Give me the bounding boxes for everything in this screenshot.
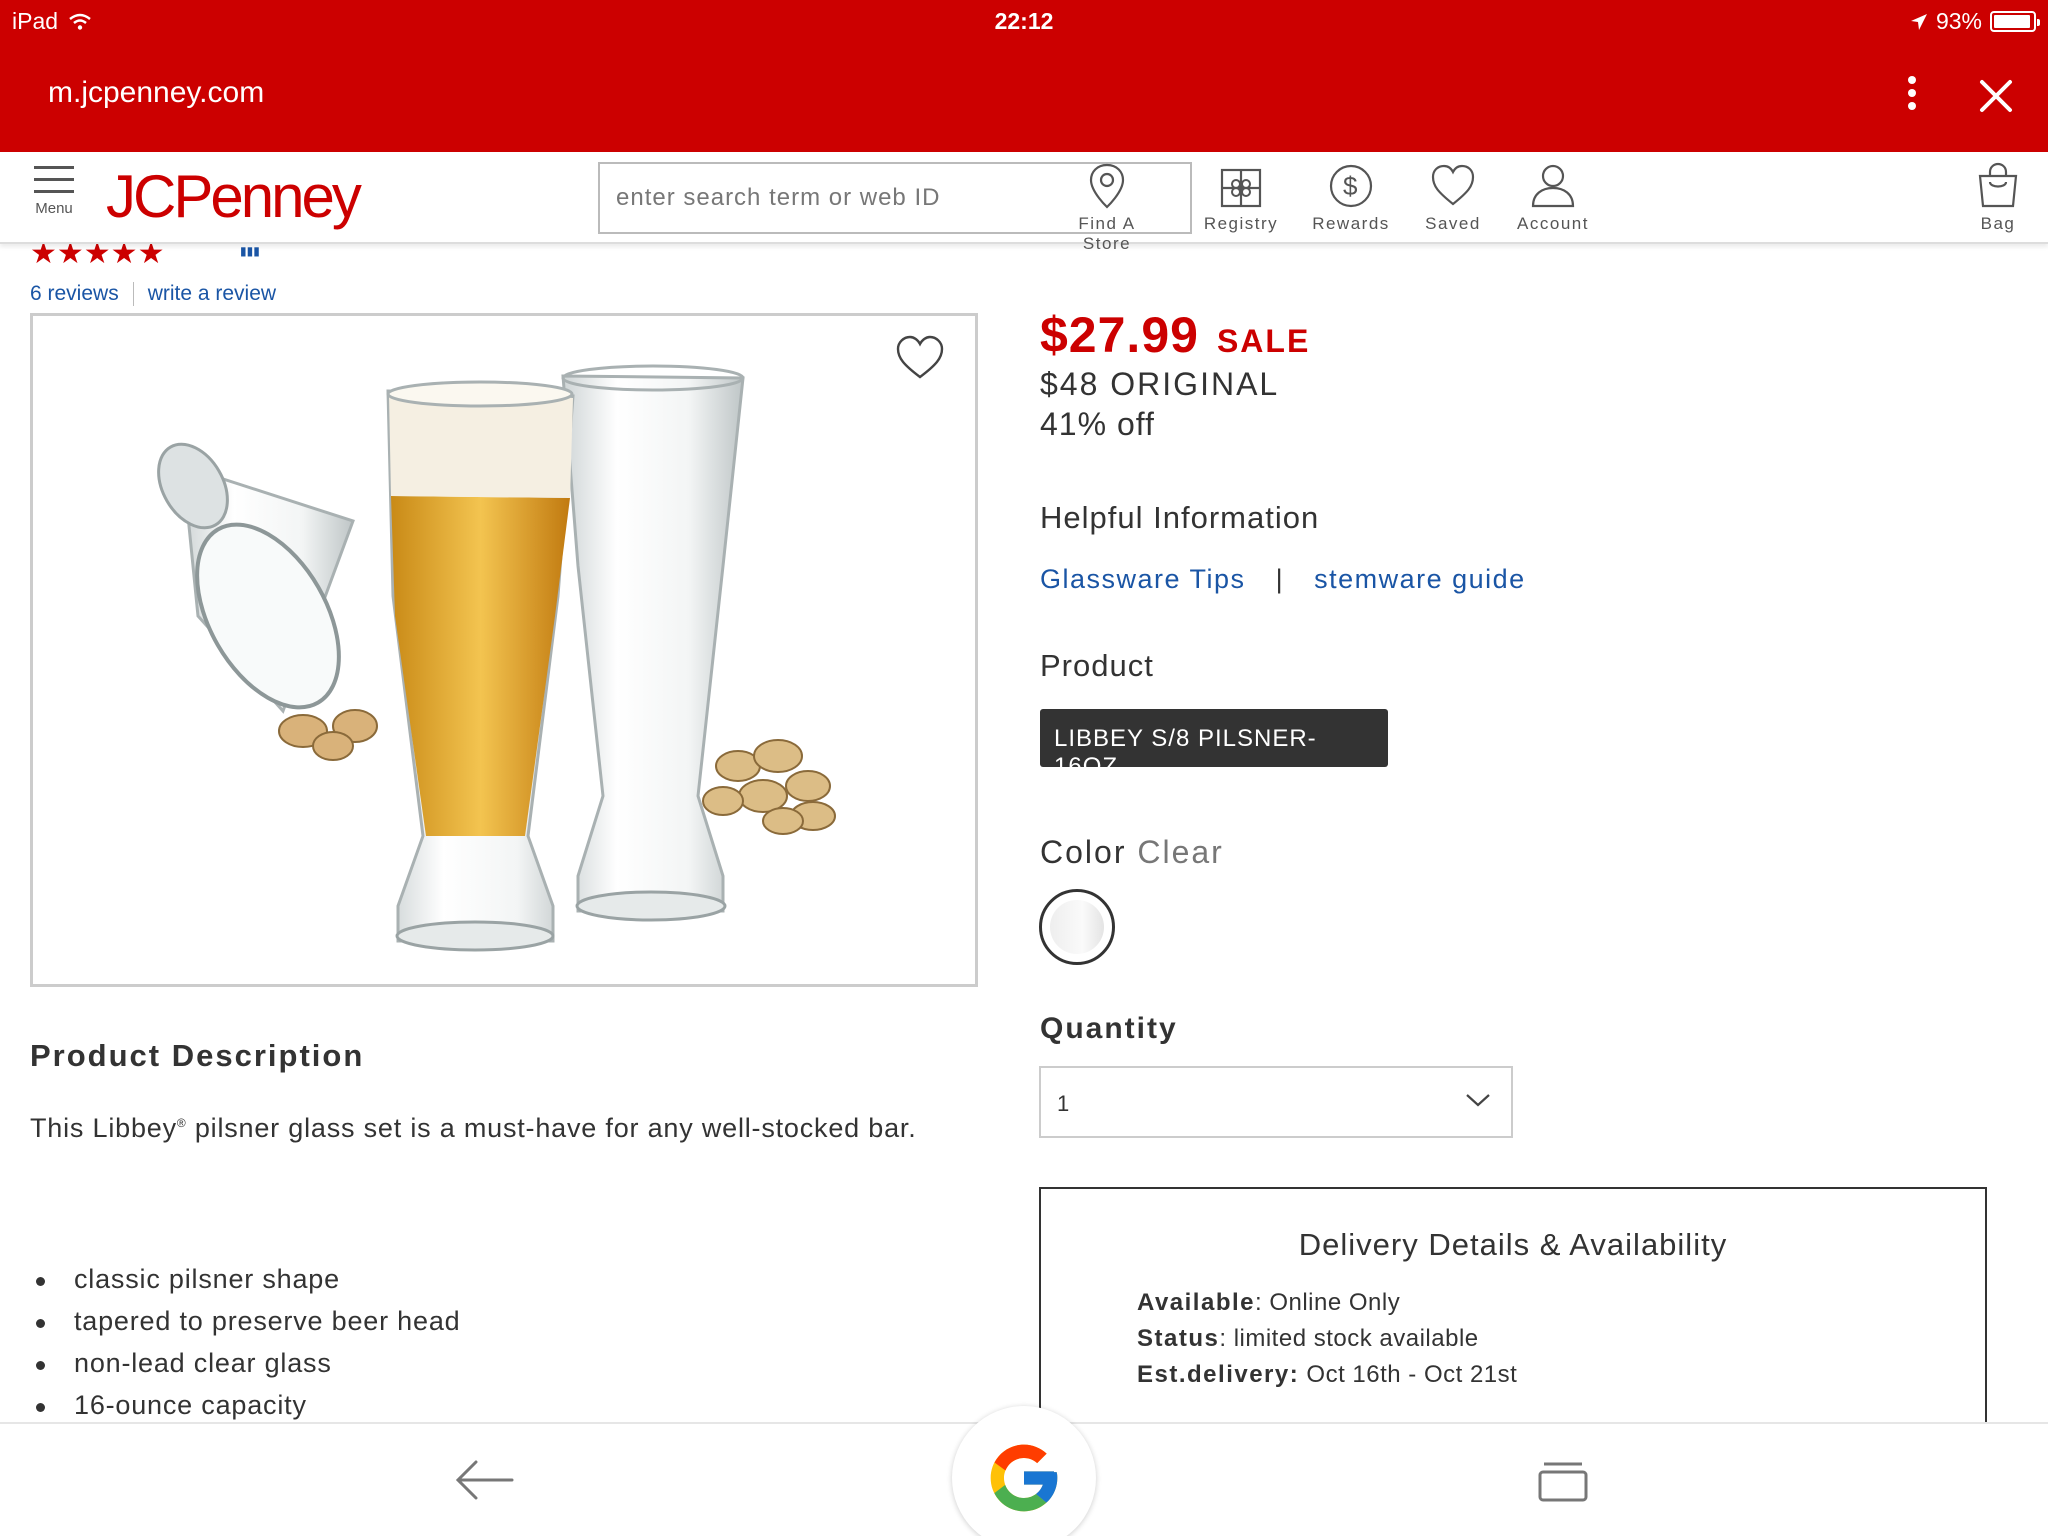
color-swatch-clear[interactable] [1039, 889, 1115, 965]
battery-percent: 93% [1935, 8, 1982, 34]
color-value: Clear [1137, 834, 1224, 870]
color-label: Color [1040, 834, 1127, 870]
quantity-value: 1 [1057, 1091, 1070, 1116]
review-links: 6 reviews write a review [30, 282, 276, 307]
person-icon [1531, 164, 1575, 208]
helpful-links: Glassware Tips | stemware guide [1040, 564, 1526, 595]
registered-mark: ® [176, 1116, 187, 1130]
product-option-chip[interactable]: LIBBEY S/8 PILSNER-16OZ [1040, 709, 1388, 780]
google-g-icon [990, 1444, 1058, 1512]
svg-text:$: $ [1343, 171, 1359, 201]
url-text[interactable]: m.jcpenney.com [48, 76, 264, 110]
helpful-info-heading: Helpful Information [1040, 500, 1320, 535]
status-row: Status: limited stock available [1137, 1321, 1517, 1357]
availability-label: Available [1137, 1289, 1255, 1316]
status-bar: iPad 22:12 93% [0, 0, 2048, 42]
site-header: Menu JCPenney Find A Store Registry [0, 152, 2048, 253]
delivery-title: Delivery Details & Availability [1298, 1227, 1728, 1262]
price-block: $27.99 SALE [1040, 306, 1310, 364]
description-text-start: This Libbey [30, 1113, 177, 1143]
location-arrow-icon [1910, 13, 1927, 30]
find-a-store-button[interactable]: Find A Store [1052, 162, 1162, 254]
write-review-link[interactable]: write a review [148, 282, 276, 305]
bag-button[interactable]: Bag [1948, 162, 2048, 234]
product-description-heading: Product Description [30, 1038, 365, 1073]
status-value: : limited stock available [1219, 1325, 1479, 1352]
location-pin-icon [1089, 163, 1125, 209]
discount-percent: 41% off [1040, 406, 1155, 442]
availability-row: Available: Online Only [1137, 1285, 1517, 1321]
close-icon[interactable] [1972, 72, 2020, 120]
hamburger-icon [30, 166, 78, 193]
quantity-heading: Quantity [1040, 1012, 1178, 1045]
product-photo-beer-glasses [157, 364, 836, 952]
color-heading: Color Clear [1040, 834, 1224, 871]
est-delivery-label: Est.delivery: [1137, 1361, 1300, 1388]
list-item: 16-ounce capacity [30, 1384, 460, 1426]
menu-label: Menu [35, 200, 73, 217]
battery-icon [1990, 11, 2040, 32]
sale-price: $27.99 [1040, 307, 1199, 363]
bag-label: Bag [1980, 214, 2016, 233]
availability-value: : Online Only [1255, 1289, 1401, 1316]
original-price: $48 ORIGINAL [1040, 366, 1280, 402]
description-text-end: pilsner glass set is a must-have for any… [186, 1113, 917, 1143]
product-image[interactable] [30, 313, 978, 987]
jcpenney-logo[interactable]: JCPenney [106, 162, 362, 231]
product-heading: Product [1040, 648, 1154, 683]
review-divider [132, 282, 134, 307]
saved-button[interactable]: Saved [1398, 162, 1508, 234]
quantity-select[interactable]: 1 [1039, 1066, 1513, 1138]
glassware-tips-link[interactable]: Glassware Tips [1040, 564, 1246, 594]
more-options-icon[interactable] [1906, 76, 1918, 116]
find-a-store-label: Find A Store [1078, 214, 1136, 253]
heart-icon [1431, 164, 1475, 206]
tabs-icon[interactable] [1538, 1460, 1588, 1504]
gift-icon [1220, 168, 1262, 208]
link-separator: | [1275, 564, 1285, 594]
list-item: tapered to preserve beer head [30, 1300, 460, 1342]
stemware-guide-link[interactable]: stemware guide [1314, 564, 1526, 594]
est-delivery-row: Est.delivery: Oct 16th - Oct 21st [1137, 1357, 1517, 1393]
list-item: classic pilsner shape [30, 1258, 460, 1300]
reviews-count-link[interactable]: 6 reviews [30, 282, 119, 305]
account-label: Account [1517, 214, 1589, 233]
product-description-text: This Libbey® pilsner glass set is a must… [30, 1102, 950, 1149]
saved-label: Saved [1425, 214, 1481, 233]
dollar-circle-icon: $ [1329, 164, 1373, 208]
browser-chrome: iPad 22:12 93% m.jcpenney.com [0, 0, 2048, 152]
rewards-button[interactable]: $ Rewards [1296, 162, 1406, 234]
clock: 22:12 [994, 8, 1054, 34]
registry-button[interactable]: Registry [1186, 162, 1296, 234]
status-label: Status [1137, 1325, 1220, 1352]
rewards-label: Rewards [1312, 214, 1390, 233]
feature-list: classic pilsner shape tapered to preserv… [30, 1258, 460, 1426]
rating-histogram-icon[interactable]: ▮▮▮ [240, 244, 260, 258]
chevron-down-icon [1466, 1094, 1490, 1107]
registry-label: Registry [1203, 214, 1279, 233]
save-heart-icon[interactable] [895, 334, 945, 382]
back-arrow-icon[interactable] [454, 1458, 514, 1502]
menu-button[interactable]: Menu [30, 166, 78, 217]
account-button[interactable]: Account [1498, 162, 1608, 234]
sale-label: SALE [1216, 323, 1311, 359]
bag-icon [1978, 162, 2018, 208]
delivery-panel: Delivery Details & Availability Availabl… [1039, 1187, 1987, 1447]
list-item: non-lead clear glass [30, 1342, 460, 1384]
rating-stars: ★★★★★ [30, 237, 165, 270]
est-delivery-value: Oct 16th - Oct 21st [1299, 1361, 1518, 1388]
url-bar: m.jcpenney.com [0, 42, 2048, 152]
